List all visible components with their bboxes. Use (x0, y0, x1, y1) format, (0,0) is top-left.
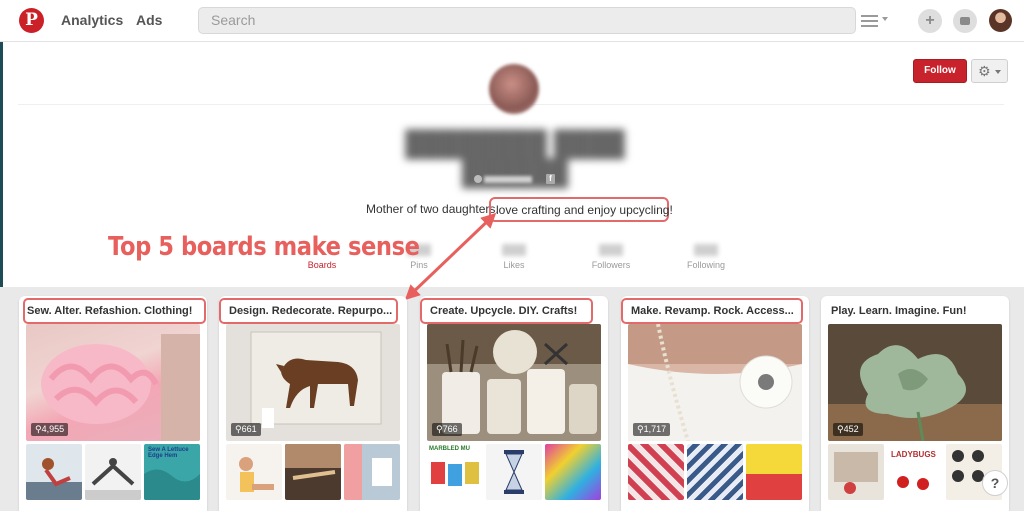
profile-avatar (489, 64, 539, 114)
board-thumbnail[interactable] (828, 444, 884, 500)
stat-label: Following (686, 260, 726, 270)
board-thumbnail[interactable] (628, 444, 684, 500)
board-thumbnail[interactable] (687, 444, 743, 500)
pin-count: ⚲766 (432, 423, 462, 436)
website-icon (474, 175, 482, 183)
nav-ads[interactable]: Ads (136, 12, 162, 28)
pin-count: ⚲452 (833, 423, 863, 436)
board-thumbnail[interactable] (226, 444, 282, 500)
board-thumbnail[interactable] (486, 444, 542, 500)
stat-value-blurred (599, 244, 623, 256)
add-pin-button[interactable]: + (918, 9, 942, 33)
pin-count: ⚲4,955 (31, 423, 69, 436)
pinterest-logo-icon[interactable]: P (19, 8, 44, 33)
follow-button[interactable]: Follow (913, 59, 967, 83)
pin-icon: ⚲ (436, 424, 443, 434)
board-card[interactable]: Play. Learn. Imagine. Fun! ⚲452 LADYBUGS (821, 296, 1009, 511)
board-cover-image[interactable]: ⚲661 (226, 324, 400, 441)
board-thumbnail[interactable] (545, 444, 601, 500)
board-thumbnail[interactable] (285, 444, 341, 500)
board-highlight-box (23, 298, 206, 324)
pin-icon: ⚲ (637, 424, 644, 434)
search-input[interactable]: Search (198, 7, 856, 34)
profile-bio: Mother of two daughters. (366, 202, 499, 216)
website-link-blurred[interactable] (484, 176, 532, 183)
board-cover-image[interactable]: ⚲452 (828, 324, 1002, 441)
board-thumbnail[interactable] (344, 444, 400, 500)
pin-count: ⚲661 (231, 423, 261, 436)
stat-following[interactable]: Following (666, 238, 746, 270)
board-cover-image[interactable]: ⚲4,955 (26, 324, 200, 441)
stat-followers[interactable]: Followers (571, 238, 651, 270)
top-bar: P Analytics Ads Search + (0, 0, 1024, 42)
board-highlight-box (420, 298, 593, 324)
board-title[interactable]: Play. Learn. Imagine. Fun! (831, 305, 967, 317)
stat-label: Likes (503, 260, 525, 270)
search-filter-icon[interactable] (861, 12, 889, 30)
board-highlight-box (621, 298, 803, 324)
pin-icon: ⚲ (35, 424, 42, 434)
board-card[interactable]: Create. Upcycle. DIY. Crafts! ⚲766 MARBL… (420, 296, 608, 511)
annotation-text: Top 5 boards make sense (108, 232, 420, 262)
settings-button[interactable]: ⚙ (971, 59, 1008, 83)
user-avatar[interactable] (989, 9, 1012, 32)
stat-value-blurred (502, 244, 526, 256)
board-thumbnail[interactable]: Sew A Lettuce Edge Hem (144, 444, 200, 500)
facebook-icon[interactable]: f (546, 174, 555, 184)
profile-meta: f (474, 173, 555, 185)
board-card[interactable]: Make. Revamp. Rock. Access... ⚲1,717 (621, 296, 809, 511)
stat-value-blurred (694, 244, 718, 256)
board-thumbnail[interactable] (26, 444, 82, 500)
pin-icon: ⚲ (837, 424, 844, 434)
board-card[interactable]: Design. Redecorate. Repurpo... ⚲661 (219, 296, 407, 511)
help-button[interactable]: ? (982, 470, 1008, 496)
bio-highlight-box: love crafting and enjoy upcycling! (489, 197, 673, 222)
pin-count: ⚲1,717 (633, 423, 671, 436)
stat-likes[interactable]: Likes (474, 238, 554, 270)
chevron-down-icon (995, 70, 1001, 74)
board-card[interactable]: Sew. Alter. Refashion. Clothing! ⚲4,955 … (19, 296, 207, 511)
board-thumbnail[interactable] (85, 444, 141, 500)
gear-icon: ⚙ (978, 63, 991, 79)
stat-label: Followers (591, 260, 631, 270)
board-cover-image[interactable]: ⚲1,717 (628, 324, 802, 441)
board-thumbnail[interactable]: MARBLED MU (427, 444, 483, 500)
board-thumbnail[interactable] (746, 444, 802, 500)
message-icon (960, 17, 970, 25)
board-thumbnail[interactable]: LADYBUGS (887, 444, 943, 500)
board-cover-image[interactable]: ⚲766 (427, 324, 601, 441)
nav-analytics[interactable]: Analytics (61, 12, 123, 28)
messages-button[interactable] (953, 9, 977, 33)
bio-highlight-text: love crafting and enjoy upcycling! (496, 203, 673, 217)
pin-icon: ⚲ (235, 424, 242, 434)
board-highlight-box (219, 298, 398, 324)
